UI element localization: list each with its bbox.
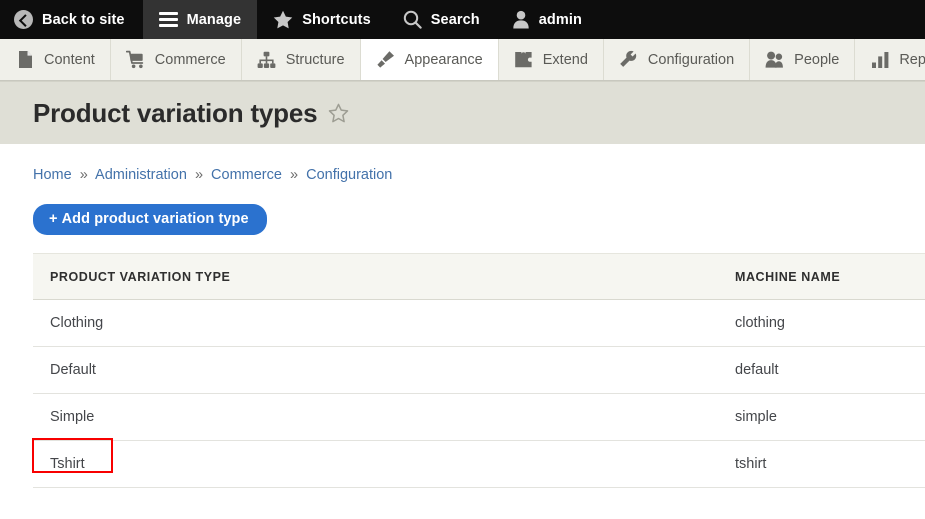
- table-row[interactable]: Simple simple: [33, 393, 925, 441]
- breadcrumb-separator: »: [289, 167, 299, 183]
- cell-text: Tshirt: [50, 456, 85, 472]
- menu-item-label: Extend: [542, 51, 588, 68]
- breadcrumb-separator: »: [79, 167, 88, 183]
- breadcrumb-item-configuration[interactable]: Configuration: [306, 167, 392, 183]
- admin-tab-shortcuts[interactable]: Shortcuts: [257, 0, 387, 39]
- page-title: Product variation types: [33, 97, 318, 128]
- cell-machine-name: clothing: [718, 299, 925, 347]
- breadcrumb-item-commerce[interactable]: Commerce: [211, 167, 282, 183]
- admin-tab-search[interactable]: Search: [387, 0, 496, 39]
- breadcrumb-item-administration[interactable]: Administration: [95, 167, 187, 183]
- admin-toolbar: Back to site Manage Shortcuts Search adm…: [0, 0, 925, 39]
- table-row[interactable]: Clothing clothing: [33, 299, 925, 347]
- menu-item-appearance[interactable]: Appearance: [360, 39, 499, 80]
- people-icon: [765, 50, 785, 69]
- menu-item-commerce[interactable]: Commerce: [111, 39, 242, 80]
- menu-item-label: Appearance: [404, 51, 483, 68]
- menu-item-label: Content: [44, 51, 95, 68]
- admin-tab-label: Shortcuts: [302, 11, 371, 28]
- admin-tab-label: admin: [538, 11, 582, 28]
- menu-item-label: Configuration: [647, 51, 735, 68]
- admin-tab-label: Search: [430, 11, 480, 28]
- menu-item-reports[interactable]: Reports: [855, 39, 925, 80]
- table-head: Product variation type Machine name: [33, 253, 925, 300]
- menu-item-configuration[interactable]: Configuration: [604, 39, 751, 80]
- search-icon: [403, 10, 422, 29]
- column-header-product-variation-type[interactable]: Product variation type: [33, 253, 718, 300]
- main-content: Home » Administration » Commerce » Confi…: [0, 144, 925, 488]
- menu-item-extend[interactable]: Extend: [499, 39, 604, 80]
- bar-chart-icon: [870, 51, 890, 69]
- back-circle-icon: [14, 10, 33, 29]
- admin-tab-back-to-site[interactable]: Back to site: [0, 0, 143, 39]
- cell-product-variation-type: Clothing: [33, 299, 718, 347]
- cell-product-variation-type: Default: [33, 346, 718, 394]
- paintbrush-icon: [376, 50, 396, 69]
- page-title-band: Product variation types: [0, 81, 925, 144]
- document-icon: [15, 50, 35, 69]
- breadcrumb: Home » Administration » Commerce » Confi…: [33, 144, 925, 183]
- breadcrumb-item-home[interactable]: Home: [33, 167, 72, 183]
- add-product-variation-type-button[interactable]: + Add product variation type: [33, 204, 267, 235]
- shopping-cart-icon: [125, 50, 146, 69]
- sitemap-icon: [257, 51, 277, 69]
- puzzle-piece-icon: [514, 50, 534, 69]
- cell-product-variation-type: Tshirt: [32, 438, 718, 488]
- product-variation-types-table: Product variation type Machine name Clot…: [32, 253, 925, 488]
- cell-product-variation-type: Simple: [33, 393, 718, 441]
- star-outline-icon[interactable]: [328, 103, 349, 124]
- table-body: Clothing clothing Default default Simple…: [32, 299, 925, 488]
- cell-machine-name: tshirt: [718, 440, 925, 488]
- admin-menu-bar: Content Commerce Structure Appearance Ex…: [0, 39, 925, 81]
- table-row[interactable]: Default default: [33, 346, 925, 394]
- plus-icon: +: [49, 211, 58, 227]
- menu-item-label: Commerce: [154, 51, 226, 68]
- cell-machine-name: default: [718, 346, 925, 394]
- admin-tab-account[interactable]: admin: [496, 0, 598, 39]
- admin-tab-label: Back to site: [42, 11, 125, 28]
- product-variation-types-table-wrapper: Product variation type Machine name Clot…: [32, 253, 925, 488]
- menu-item-label: Reports: [899, 51, 925, 68]
- hamburger-icon: [158, 12, 178, 27]
- cell-machine-name: simple: [718, 393, 925, 441]
- table-header-row: Product variation type Machine name: [33, 253, 925, 300]
- table-row-highlighted[interactable]: Tshirt tshirt: [32, 438, 925, 488]
- star-icon: [273, 10, 293, 29]
- add-button-label: Add product variation type: [61, 211, 249, 227]
- menu-item-label: Structure: [285, 51, 345, 68]
- menu-item-content[interactable]: Content: [0, 39, 111, 80]
- menu-item-structure[interactable]: Structure: [242, 39, 361, 80]
- menu-item-label: People: [794, 51, 840, 68]
- user-icon: [512, 10, 530, 29]
- menu-item-people[interactable]: People: [750, 39, 856, 80]
- admin-tab-manage[interactable]: Manage: [142, 0, 258, 39]
- breadcrumb-separator: »: [194, 167, 204, 183]
- wrench-icon: [619, 50, 639, 69]
- column-header-machine-name[interactable]: Machine name: [718, 253, 925, 300]
- admin-tab-label: Manage: [186, 11, 242, 28]
